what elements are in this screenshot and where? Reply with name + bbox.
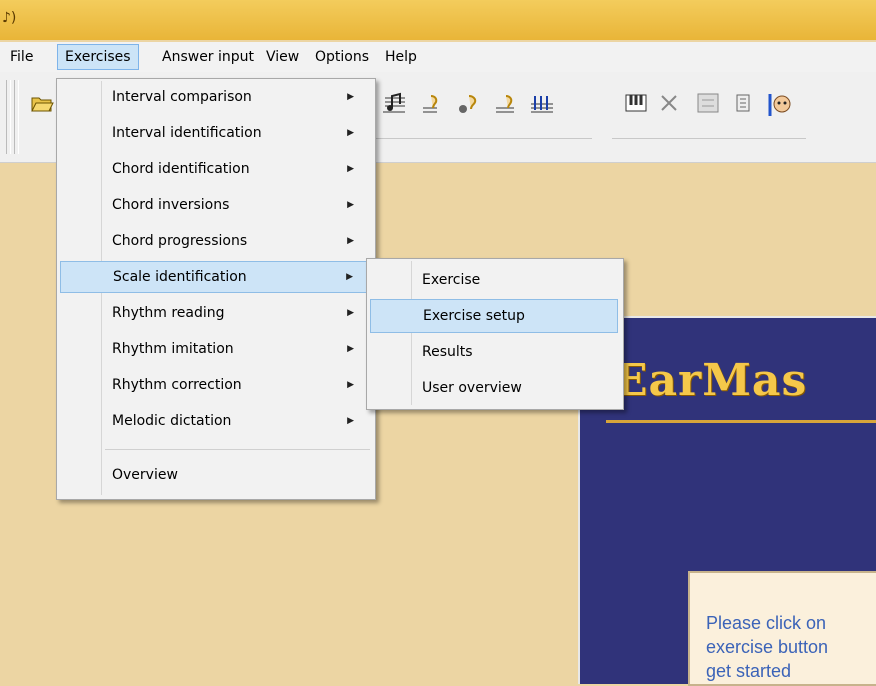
- submenu-arrow-icon: ▶: [347, 164, 354, 174]
- submenu-arrow-icon: ▶: [347, 92, 354, 102]
- scale-identification-submenu: Exercise Exercise setup Results User ove…: [366, 258, 624, 410]
- menu-item-chord-identification[interactable]: Chord identification ▶: [60, 153, 370, 185]
- piano-icon[interactable]: [622, 92, 650, 120]
- menu-item-scale-identification[interactable]: Scale identification ▶: [60, 261, 370, 293]
- app-ear-icon[interactable]: ♪): [2, 10, 22, 26]
- menu-answer-input[interactable]: Answer input: [155, 45, 261, 69]
- submenu-item-results[interactable]: Results: [370, 335, 618, 369]
- toolbar-grip-2[interactable]: [14, 80, 19, 154]
- instruction-box: Please click on exercise button get star…: [688, 571, 876, 686]
- menu-file[interactable]: File: [3, 45, 40, 69]
- submenu-arrow-icon: ▶: [347, 308, 354, 318]
- menu-view[interactable]: View: [259, 45, 306, 69]
- ear-staff-icon[interactable]: [492, 92, 520, 120]
- menu-item-rhythm-reading[interactable]: Rhythm reading ▶: [60, 297, 370, 329]
- menu-item-chord-inversions[interactable]: Chord inversions ▶: [60, 189, 370, 221]
- submenu-arrow-icon: ▶: [347, 128, 354, 138]
- ear-hand-icon[interactable]: [416, 92, 444, 120]
- menu-item-overview[interactable]: Overview: [60, 459, 370, 491]
- submenu-arrow-icon: ▶: [347, 200, 354, 210]
- submenu-arrow-icon: ▶: [347, 380, 354, 390]
- menu-divider: [105, 449, 370, 450]
- menu-exercises[interactable]: Exercises: [57, 44, 139, 70]
- teacher-icon[interactable]: [766, 92, 794, 120]
- menu-item-interval-comparison[interactable]: Interval comparison ▶: [60, 81, 370, 113]
- toolbar-group-line: [370, 138, 592, 139]
- toolbar-group-line-2: [612, 138, 806, 139]
- title-bar: ♪): [0, 0, 876, 40]
- open-folder-icon[interactable]: [28, 92, 56, 120]
- tools-icon[interactable]: [656, 92, 684, 120]
- menu-item-melodic-dictation[interactable]: Melodic dictation ▶: [60, 405, 370, 437]
- interval-note-icon[interactable]: [380, 92, 408, 120]
- submenu-item-exercise-setup[interactable]: Exercise setup: [370, 299, 618, 333]
- toolbar-grip[interactable]: [6, 80, 11, 154]
- menu-item-chord-progressions[interactable]: Chord progressions ▶: [60, 225, 370, 257]
- menu-item-interval-identification[interactable]: Interval identification ▶: [60, 117, 370, 149]
- percent-icon[interactable]: [694, 92, 722, 120]
- menu-options[interactable]: Options: [308, 45, 376, 69]
- menu-bar: File Exercises Answer input View Options…: [0, 42, 876, 73]
- submenu-item-user-overview[interactable]: User overview: [370, 371, 618, 405]
- submenu-arrow-icon: ▶: [347, 344, 354, 354]
- submenu-arrow-icon: ▶: [347, 236, 354, 246]
- earmaster-logo: EarMas: [614, 355, 808, 406]
- menu-item-rhythm-imitation[interactable]: Rhythm imitation ▶: [60, 333, 370, 365]
- instruction-text: Please click on exercise button get star…: [706, 613, 829, 681]
- menu-help[interactable]: Help: [378, 45, 424, 69]
- exercises-menu: Interval comparison ▶ Interval identifica…: [56, 78, 376, 500]
- submenu-item-exercise[interactable]: Exercise: [370, 263, 618, 297]
- rhythm-staff-icon[interactable]: [528, 92, 556, 120]
- ear-note-icon[interactable]: [454, 92, 482, 120]
- page-icon[interactable]: [730, 92, 758, 120]
- menu-item-rhythm-correction[interactable]: Rhythm correction ▶: [60, 369, 370, 401]
- submenu-arrow-icon: ▶: [347, 416, 354, 426]
- submenu-arrow-icon: ▶: [346, 272, 353, 282]
- logo-underline: [606, 420, 876, 423]
